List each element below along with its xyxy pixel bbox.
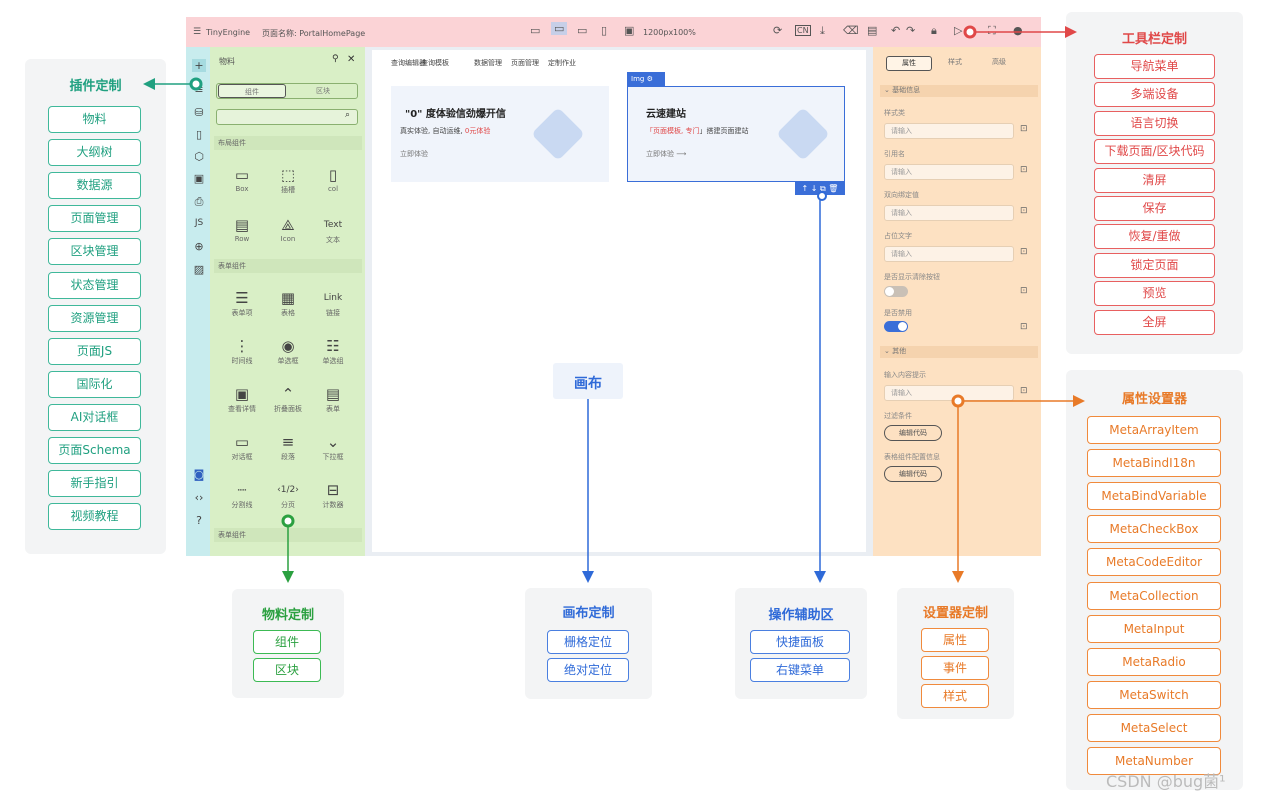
arrow-material [281,514,295,583]
connector-arrows [143,25,1085,583]
watermark: CSDN @bug菌¹ [1106,772,1226,791]
arrow-toolbar [963,25,1077,39]
arrow-plugin [143,77,203,91]
arrow-props [951,394,1085,583]
arrow-helper [814,191,827,583]
